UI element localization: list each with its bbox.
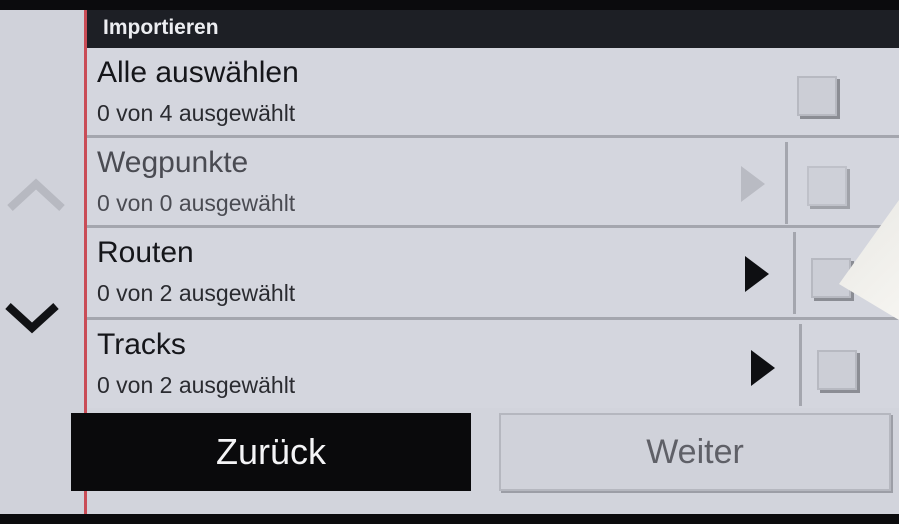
header-bar: Importieren (87, 10, 899, 48)
row-subtitle: 0 von 2 ausgewählt (97, 372, 296, 398)
page-title: Importieren (103, 16, 219, 39)
checkbox-icon[interactable] (817, 350, 857, 390)
checkbox-icon[interactable] (797, 76, 837, 116)
row-title: Routen (97, 236, 194, 269)
footer-bar: Zurück Weiter (71, 408, 899, 514)
row-title: Alle auswählen (97, 56, 299, 89)
triangle-right-icon[interactable] (749, 346, 777, 390)
list-item-select-all[interactable]: Alle auswählen 0 von 4 ausgewählt (87, 48, 899, 138)
next-button[interactable]: Weiter (499, 413, 891, 491)
back-button[interactable]: Zurück (71, 413, 471, 491)
chevron-up-icon[interactable] (6, 170, 66, 220)
screen: Importieren Alle auswählen 0 von 4 ausge… (0, 10, 899, 514)
triangle-right-icon[interactable] (739, 162, 767, 206)
row-subtitle: 0 von 0 ausgewählt (97, 190, 296, 216)
row-divider (785, 142, 788, 224)
row-subtitle: 0 von 4 ausgewählt (97, 100, 296, 126)
import-list: Alle auswählen 0 von 4 ausgewählt Wegpun… (87, 48, 899, 408)
triangle-right-icon[interactable] (743, 252, 771, 296)
list-item-waypoints[interactable]: Wegpunkte 0 von 0 ausgewählt (87, 138, 899, 228)
row-title: Wegpunkte (97, 146, 249, 179)
row-title: Tracks (97, 328, 186, 361)
row-divider (793, 232, 796, 314)
row-subtitle: 0 von 2 ausgewählt (97, 280, 296, 306)
list-item-routes[interactable]: Routen 0 von 2 ausgewählt (87, 228, 899, 320)
checkbox-icon[interactable] (807, 166, 847, 206)
list-item-tracks[interactable]: Tracks 0 von 2 ausgewählt (87, 320, 899, 408)
row-divider (799, 324, 802, 406)
chevron-down-icon[interactable] (2, 292, 62, 342)
